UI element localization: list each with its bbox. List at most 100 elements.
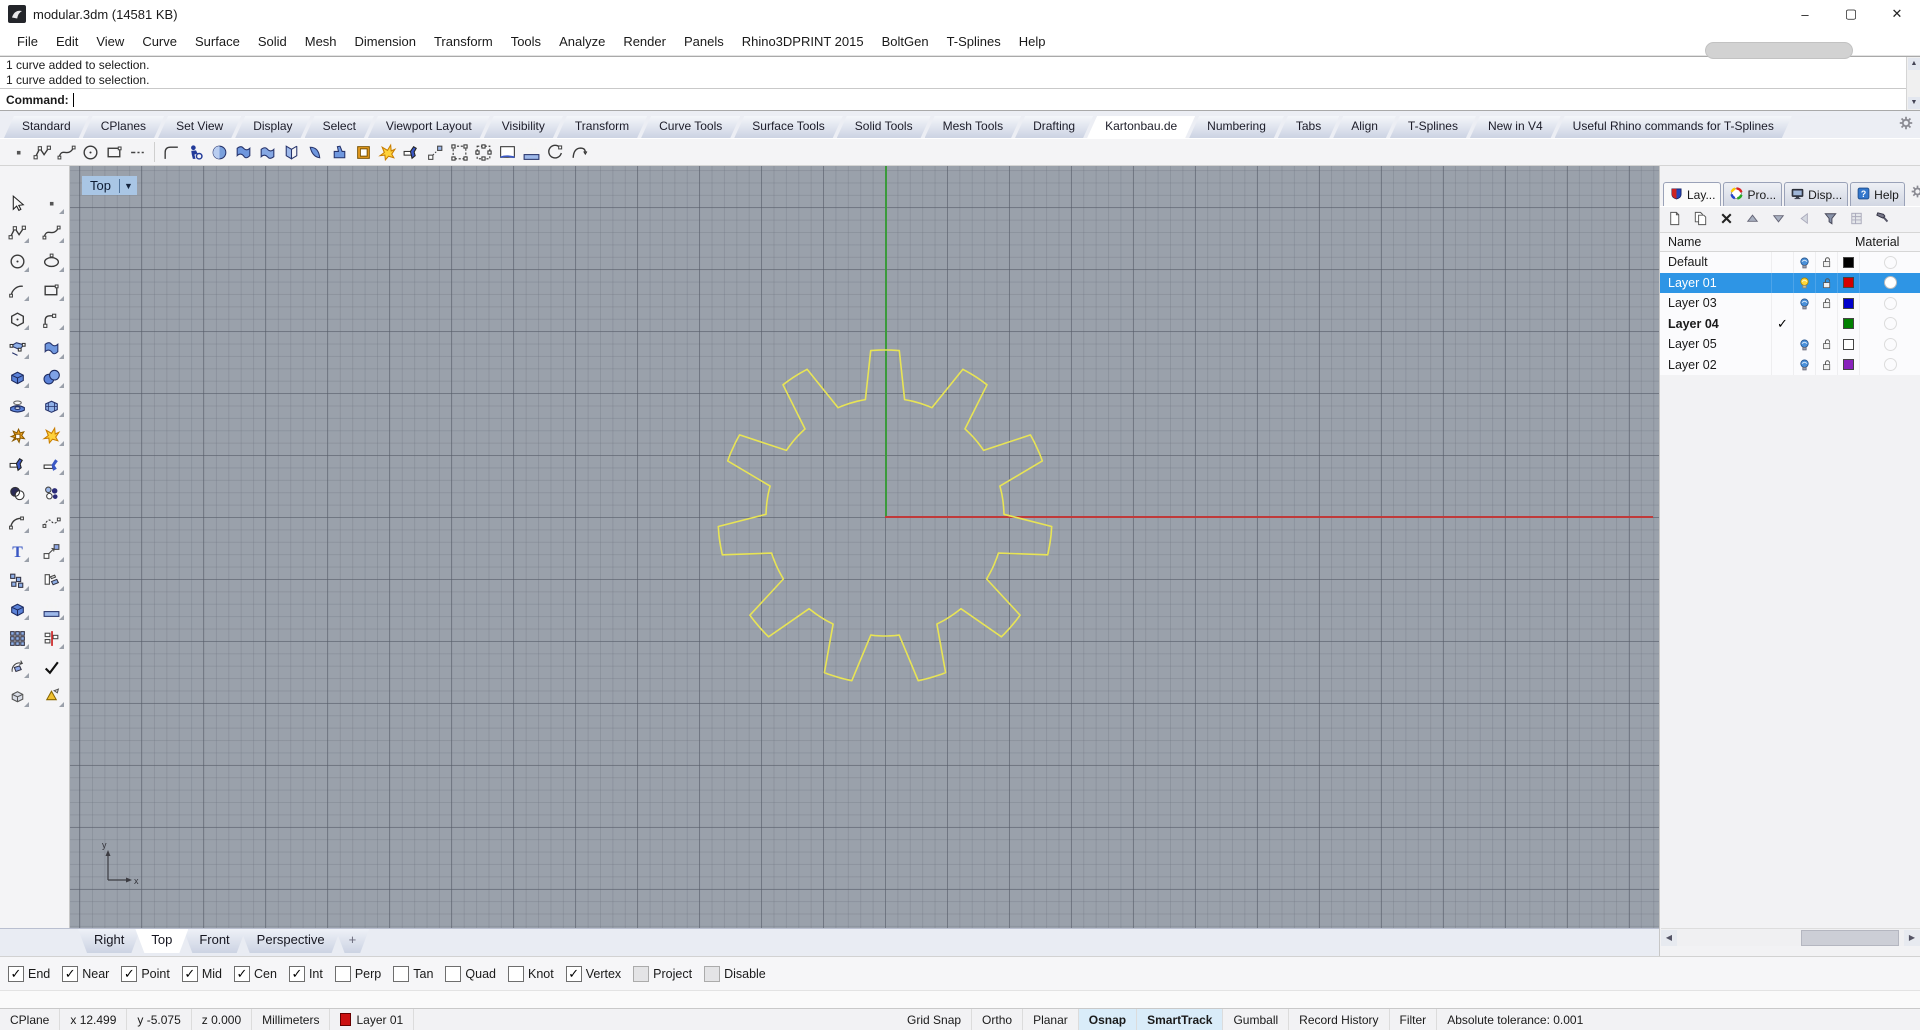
menu-solid[interactable]: Solid — [249, 34, 296, 49]
status-grid-snap[interactable]: Grid Snap — [897, 1009, 973, 1030]
layer-material-cell[interactable] — [1859, 272, 1920, 293]
ribbon-tab-set-view[interactable]: Set View — [158, 116, 241, 138]
tool-point-icon[interactable] — [39, 192, 65, 214]
ribbon-tab-t-splines[interactable]: T-Splines — [1390, 116, 1476, 138]
layers-psheet-icon[interactable] — [1848, 210, 1865, 230]
tool-lamp-icon[interactable] — [39, 685, 65, 707]
menu-edit[interactable]: Edit — [47, 34, 87, 49]
viewport-tab-front[interactable]: Front — [183, 929, 245, 953]
tool-polygon-icon[interactable] — [4, 308, 30, 330]
ribbon-tab-kartonbau-de[interactable]: Kartonbau.de — [1087, 116, 1195, 138]
status-layer-01[interactable]: Layer 01 — [330, 1009, 415, 1030]
checkbox[interactable]: ✓ — [121, 965, 138, 982]
clamp-icon[interactable] — [399, 140, 423, 164]
osnap-point[interactable]: ✓ Point — [121, 965, 170, 982]
layer-row-layer-05[interactable]: Layer 05 — [1660, 334, 1920, 355]
viewport-title-menu[interactable]: Top ▼ — [82, 176, 137, 195]
osnap-vertex[interactable]: ✓ Vertex — [565, 965, 621, 982]
tool-pointer-icon[interactable] — [4, 192, 30, 214]
status-smarttrack[interactable]: SmartTrack — [1137, 1009, 1224, 1030]
ribbon-tab-visibility[interactable]: Visibility — [484, 116, 563, 138]
ribbon-tab-useful-rhino-commands-for-t-splines[interactable]: Useful Rhino commands for T-Splines — [1555, 116, 1792, 138]
tool-box-icon[interactable] — [4, 366, 30, 388]
tool-clamp-icon[interactable] — [4, 453, 30, 475]
panel-tab-disp[interactable]: Disp... — [1784, 182, 1849, 206]
osnap-knot[interactable]: Knot — [508, 965, 554, 982]
minimize-button[interactable]: – — [1782, 0, 1828, 28]
tool-trim-icon[interactable] — [39, 453, 65, 475]
tool-stairs-icon[interactable] — [39, 598, 65, 620]
scroll-left-icon[interactable]: ◀ — [1661, 930, 1677, 946]
scoop-icon[interactable] — [303, 140, 327, 164]
layer-visibility-bulb-icon[interactable] — [1793, 334, 1815, 355]
stairs-icon[interactable] — [519, 140, 543, 164]
status-ortho[interactable]: Ortho — [972, 1009, 1024, 1030]
tool-blocks-icon[interactable] — [4, 569, 30, 591]
layer-visibility-bulb-icon[interactable] — [1793, 293, 1815, 314]
command-input-row[interactable]: Command: — [0, 88, 1906, 110]
layer-row-layer-04[interactable]: Layer 04 ✓ — [1660, 313, 1920, 334]
tool-check-icon[interactable] — [39, 656, 65, 678]
close-button[interactable]: ✕ — [1874, 0, 1920, 28]
checkbox[interactable] — [508, 965, 524, 982]
layers-pleft-icon[interactable] — [1796, 210, 1813, 230]
scroll-right-icon[interactable]: ▶ — [1904, 930, 1920, 946]
current-layer-cell[interactable] — [1771, 272, 1793, 293]
status-record-history[interactable]: Record History — [1289, 1009, 1390, 1030]
menu-render[interactable]: Render — [614, 34, 675, 49]
tool-loft-icon[interactable] — [39, 337, 65, 359]
menu-help[interactable]: Help — [1010, 34, 1055, 49]
layer-lock-icon[interactable] — [1815, 272, 1837, 293]
tool-corner-fillet-icon[interactable] — [39, 308, 65, 330]
point-icon[interactable] — [6, 140, 30, 164]
panel-tab-lay[interactable]: Lay... — [1663, 182, 1722, 206]
layer-material-cell[interactable] — [1859, 252, 1920, 273]
ribbon-tab-transform[interactable]: Transform — [557, 116, 647, 138]
tool-puzzle-icon[interactable] — [4, 424, 30, 446]
loop-icon[interactable] — [543, 140, 567, 164]
ribbon-tab-new-in-v4[interactable]: New in V4 — [1470, 116, 1561, 138]
status-osnap[interactable]: Osnap — [1078, 1009, 1138, 1030]
scrollbar-thumb[interactable] — [1801, 930, 1899, 946]
gear-curve[interactable] — [70, 166, 1659, 928]
tool-align-icon[interactable] — [39, 627, 65, 649]
current-layer-cell[interactable] — [1771, 252, 1793, 273]
panel-gear-icon[interactable] — [1910, 184, 1920, 202]
status-millimeters[interactable]: Millimeters — [252, 1009, 331, 1030]
curve-icon[interactable] — [54, 140, 78, 164]
menu-panels[interactable]: Panels — [675, 34, 733, 49]
layer-lock-icon[interactable] — [1815, 313, 1837, 334]
menu-view[interactable]: View — [87, 34, 133, 49]
status-filter[interactable]: Filter — [1390, 1009, 1438, 1030]
osnap-tan[interactable]: Tan — [393, 965, 433, 982]
person-icon[interactable] — [183, 140, 207, 164]
layer-color-swatch[interactable] — [1837, 272, 1859, 293]
osnap-int[interactable]: ✓ Int — [288, 965, 323, 982]
current-layer-cell[interactable] — [1771, 293, 1793, 314]
tool-sphere-icon[interactable] — [39, 366, 65, 388]
fillet-icon[interactable] — [159, 140, 183, 164]
tool-shade-icon[interactable] — [4, 685, 30, 707]
tool-ellipse-icon[interactable] — [39, 250, 65, 272]
tool-booldots-icon[interactable] — [39, 482, 65, 504]
scroll-up-icon[interactable]: ▲ — [1908, 58, 1920, 70]
panel-tab-help[interactable]: ? Help — [1850, 182, 1905, 206]
layer-visibility-bulb-icon[interactable] — [1793, 313, 1815, 334]
checkbox[interactable] — [445, 965, 462, 982]
thumb-icon[interactable] — [327, 140, 351, 164]
menu-boltgen[interactable]: BoltGen — [873, 34, 938, 49]
layer-row-layer-01[interactable]: Layer 01 — [1660, 272, 1920, 293]
tool-rectangle-icon[interactable] — [39, 279, 65, 301]
ribbon-tab-drafting[interactable]: Drafting — [1015, 116, 1093, 138]
tool-circle-icon[interactable] — [4, 250, 30, 272]
status-cplane[interactable]: CPlane — [0, 1009, 61, 1030]
layer-material-cell[interactable] — [1859, 293, 1920, 314]
command-scrollbar[interactable]: ▲ ▼ — [1906, 57, 1920, 110]
layers-pnew-icon[interactable] — [1666, 210, 1683, 230]
layer-visibility-bulb-icon[interactable] — [1793, 252, 1815, 273]
osnap-quad[interactable]: Quad — [445, 965, 496, 982]
viewport-tab-perspective[interactable]: Perspective — [241, 929, 341, 953]
layer-row-layer-03[interactable]: Layer 03 — [1660, 293, 1920, 314]
viewport-tab-right[interactable]: Right — [78, 929, 140, 953]
menu-file[interactable]: File — [8, 34, 47, 49]
